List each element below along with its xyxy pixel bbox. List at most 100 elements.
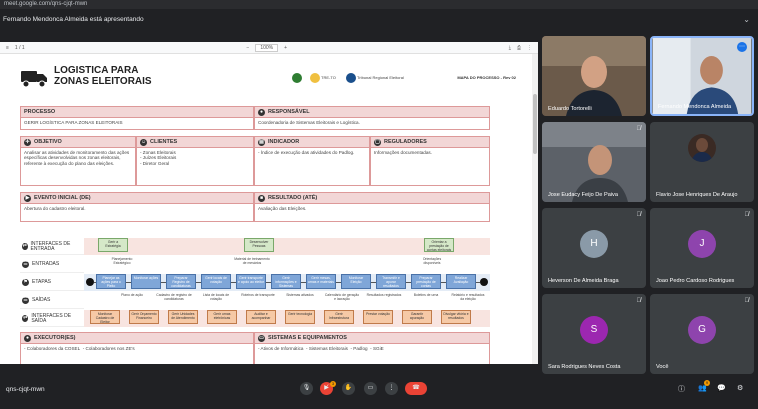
people-icon: ● <box>24 334 31 342</box>
doc-title: LOGISTICA PARA ZONAS ELEITORAIS <box>54 65 152 87</box>
smile-icon: ☺ <box>140 138 147 146</box>
shared-document: ≡ 1 / 1 − 100% + ⤓ ⎙ ⋮ LOGISTICA PARA ZO… <box>0 42 538 364</box>
avatar: S <box>580 316 608 344</box>
entrada-interface-box: Orientar a prestação de contas eleitorai… <box>424 238 454 252</box>
download-icon[interactable]: ⤓ <box>509 45 511 51</box>
end-call-button[interactable]: ☎ <box>405 382 427 395</box>
present-button[interactable]: ▭ <box>364 382 377 395</box>
monitor-icon: ▭ <box>258 334 265 342</box>
menu-icon[interactable]: ≡ <box>6 45 9 51</box>
section-executores: ● EXECUTOR(ES) - Colaboradores da COSEL -… <box>20 332 254 364</box>
saida-interface-box: Garantir apuração <box>402 310 432 324</box>
people-count-badge: 9 <box>704 380 710 386</box>
saida-doc: Resultados registrados <box>366 293 402 297</box>
participant-tile[interactable]: H 🎙̸ Heverson De Almeida Braga <box>542 208 646 288</box>
mic-off-icon: 🎙̸ <box>636 298 642 304</box>
lane-content: Gerir a Estratégia Desenvolver Pessoas Ori… <box>84 238 490 328</box>
saida-interface-box: Gerir urnas eletrônicas <box>207 310 237 324</box>
avatar: G <box>688 316 716 344</box>
participant-tile[interactable]: S 🎙̸ Sara Rodrigues Neves Costa <box>542 294 646 374</box>
saida-doc: Plano de ação <box>121 293 143 297</box>
saida-doc: Sistemas ativados <box>286 293 314 297</box>
document-page: LOGISTICA PARA ZONAS ELEITORAIS TRE-TO T… <box>6 56 528 364</box>
shuffle-icon: ⇄ <box>22 315 29 322</box>
participant-video <box>542 36 646 116</box>
logo-tre-to: TRE-TO <box>310 73 336 83</box>
etapa-box: Gerir transporte e apoio ao eleitor <box>236 274 266 289</box>
person-icon: ● <box>258 108 265 116</box>
presentation-banner: Fernando Mendonca Almeida está apresenta… <box>0 9 758 31</box>
inbox-icon: ☰ <box>22 261 29 268</box>
document-icon: ▢ <box>374 138 381 146</box>
saida-doc: Calendário de geração e lacração <box>324 293 360 301</box>
mic-off-icon: 🎙̸ <box>744 298 750 304</box>
participant-tile-active[interactable]: ⋯ Fernando Mendonca Almeida <box>650 36 754 116</box>
logo-tre: Tribunal Regional Eleitoral <box>346 73 404 83</box>
section-evento-inicial: ▶ EVENTO INICIAL (DE) Abertura do cadastr… <box>20 192 254 222</box>
participant-video <box>542 122 646 202</box>
participant-tile[interactable]: 🎙̸ Jose Eudacy Feijo De Paiva <box>542 122 646 202</box>
etapa-box: Gerir mesas, urnas e materiais <box>306 274 336 289</box>
flag-icon: ⚑ <box>22 279 29 286</box>
more-options-button[interactable]: ⋮ <box>385 382 398 395</box>
print-icon[interactable]: ⎙ <box>517 45 521 51</box>
saida-doc: Cadastro de registro de candidaturas <box>156 293 192 301</box>
chevron-down-icon[interactable]: ⌄ <box>743 9 750 31</box>
page-nav-icon[interactable]: 1 / 1 <box>15 45 25 51</box>
saida-doc: Lista de locais de votação <box>202 293 230 301</box>
etapa-box: Preparar Registro de candidaturas <box>166 274 196 289</box>
etapa-box: Realizar Avaliação <box>446 274 476 289</box>
zoom-out-icon[interactable]: − <box>246 45 249 51</box>
zoom-in-icon[interactable]: + <box>284 45 287 51</box>
logo-green <box>292 73 302 83</box>
participant-grid: Eduardo Tortorelli ⋯ Fernando Mendonca A… <box>542 36 758 380</box>
shuffle-icon: ⇄ <box>22 243 28 250</box>
etapa-box: Monitorar ações <box>131 274 161 289</box>
start-event-icon <box>86 278 94 286</box>
saida-interface-box: Auditar e acompanhar <box>246 310 276 324</box>
participant-tile[interactable]: Flavio Jose Henriques De Araujo <box>650 122 754 202</box>
chat-icon[interactable]: 💬 <box>717 384 726 392</box>
participant-tile[interactable]: J 🎙̸ Joao Pedro Cardoso Rodrigues <box>650 208 754 288</box>
mic-off-icon: 🎙̸ <box>744 212 750 218</box>
section-indicador: ▤ INDICADOR - Índice de execução das ativ… <box>254 136 370 186</box>
saida-interface-box: Monitorar Cadastro de Eleitor <box>90 310 120 324</box>
more-icon[interactable]: ⋮ <box>527 45 532 51</box>
process-map: ⇄ INTERFACES DE ENTRADA ☰ ENTRADAS ⚑ ETAPAS… <box>20 238 490 346</box>
saida-doc: Relatório e resultados da eleição <box>451 293 485 301</box>
zoom-field[interactable]: 100% <box>255 43 279 52</box>
etapa-box: Gerir informações e Sistemas <box>271 274 301 289</box>
target-icon: ✛ <box>24 138 31 146</box>
browser-tab-strip: meet.google.com/qns-cjqt-mwn <box>0 0 758 9</box>
entrada-interface-box: Desenvolver Pessoas <box>244 238 274 252</box>
saida-interface-box: Divulgar vitória e resultados <box>441 310 471 324</box>
meeting-controls-bar: qns-cjqt-mwn 🎙 ▶̸ 3 ✋ ▭ ⋮ ☎ ⓘ 👥 9 💬 ⚙ <box>0 380 758 409</box>
etapa-box: Planejar as ações para o Pleito <box>96 274 126 289</box>
section-resultado: ■ RESULTADO (ATÉ) Avaliação das Eleições. <box>254 192 490 222</box>
microphone-button[interactable]: 🎙 <box>300 382 313 395</box>
activities-icon[interactable]: ⚙ <box>737 384 743 392</box>
raise-hand-button[interactable]: ✋ <box>342 382 355 395</box>
truck-icon <box>21 71 47 88</box>
doc-scrollbar[interactable] <box>532 54 538 364</box>
section-clientes: ☺ CLIENTES - Zonas Eleitorais - Juízes Ele… <box>136 136 254 186</box>
stop-icon: ■ <box>258 194 265 202</box>
doc-header: LOGISTICA PARA ZONAS ELEITORAIS TRE-TO T… <box>20 59 520 99</box>
entrada-doc: Material de treinamento de mesários <box>234 257 270 265</box>
map-label: MAPA DO PROCESSO - Rev 02 <box>457 75 516 80</box>
saida-interface-box: Gerir Infraestrutura <box>324 310 354 324</box>
etapa-box: Preparar prestação de contas <box>411 274 441 289</box>
saida-interface-box: Prestar votação <box>363 310 393 324</box>
section-objetivo: ✛ OBJETIVO Analisar as atividades de moni… <box>20 136 136 186</box>
participant-tile-self[interactable]: G 🎙̸ Você <box>650 294 754 374</box>
mic-off-icon: 🎙̸ <box>636 212 642 218</box>
avatar <box>688 134 716 162</box>
section-processo: PROCESSO GERIR LOGÍSTICA PARA ZONAS ELEI… <box>20 106 254 130</box>
chart-icon: ▤ <box>258 138 265 146</box>
participant-tile[interactable]: Eduardo Tortorelli <box>542 36 646 116</box>
mic-off-icon: 🎙̸ <box>636 126 642 132</box>
entrada-doc: Planejamento Estratégico <box>111 257 133 265</box>
presenter-text: Fernando Mendonca Almeida está apresenta… <box>3 16 144 23</box>
info-icon[interactable]: ⓘ <box>678 384 685 394</box>
saida-interface-box: Gerir Orçamento Financeiro <box>129 310 159 324</box>
